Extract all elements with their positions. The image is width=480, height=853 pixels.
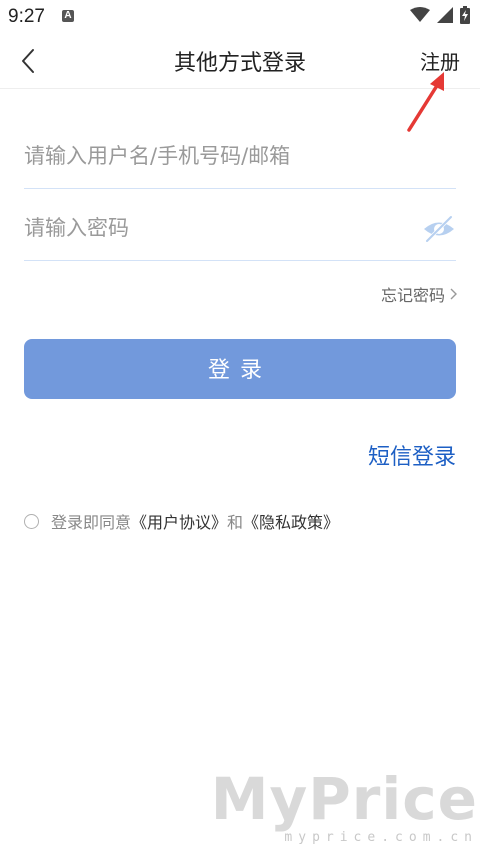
battery-charging-icon <box>460 6 470 24</box>
password-input[interactable] <box>24 208 404 248</box>
password-visibility-toggle[interactable] <box>422 214 456 244</box>
status-bar: 9:27 A <box>0 0 480 34</box>
wifi-icon <box>410 7 430 22</box>
login-button[interactable]: 登录 <box>24 339 456 399</box>
username-input[interactable] <box>24 136 404 176</box>
signal-icon <box>437 7 453 23</box>
agreement-row: 登录即同意 《用户协议》 和 《隐私政策》 <box>24 509 339 533</box>
status-icons <box>410 6 470 24</box>
user-agreement-link[interactable]: 《用户协议》 <box>131 509 227 533</box>
login-screen: 9:27 A 其他方式登录 注册 请输入用户名/手机号码/邮箱 忘记密码 登录 … <box>0 0 480 853</box>
eye-hidden-icon <box>424 215 454 243</box>
sms-login-link[interactable]: 短信登录 <box>368 439 456 471</box>
privacy-policy-link[interactable]: 《隐私政策》 <box>243 509 339 533</box>
agreement-prefix: 登录即同意 <box>51 513 132 532</box>
status-time: 9:27 <box>8 6 45 27</box>
password-field-container <box>24 208 456 261</box>
chevron-right-icon <box>450 288 457 300</box>
forgot-password-link[interactable]: 忘记密码 <box>381 282 458 306</box>
username-field-container <box>24 136 456 189</box>
a-notification-icon: A <box>62 10 74 22</box>
watermark: MyPrice myprice.com.cn <box>211 770 478 845</box>
watermark-brand: MyPrice <box>210 765 478 833</box>
agreement-radio[interactable] <box>24 513 39 529</box>
agreement-joiner: 和 <box>227 513 244 532</box>
annotation-arrow-icon <box>407 72 444 132</box>
forgot-password-label: 忘记密码 <box>380 286 445 305</box>
